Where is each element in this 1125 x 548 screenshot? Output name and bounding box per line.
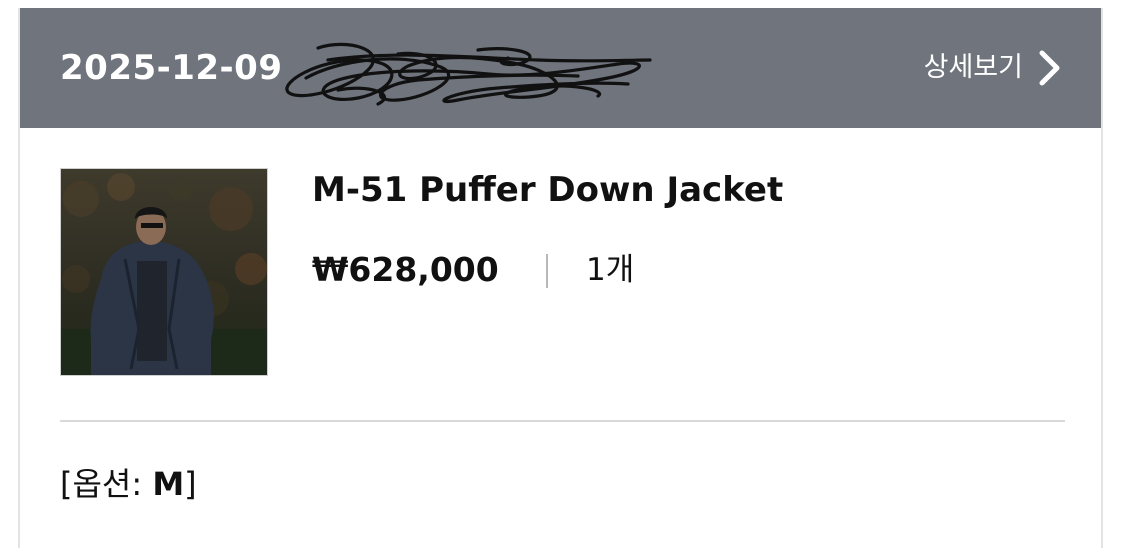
redaction-scribble bbox=[285, 42, 652, 106]
product-quantity: 1개 bbox=[586, 252, 635, 288]
product-thumbnail[interactable] bbox=[60, 168, 268, 376]
detail-link[interactable]: 상세보기 bbox=[924, 46, 1063, 90]
product-photo-icon bbox=[61, 169, 267, 375]
chevron-right-icon bbox=[1039, 50, 1060, 86]
order-card: 2025-12-09 상세보기 M-51 Puffer Down Jacket … bbox=[18, 8, 1103, 548]
product-option: [옵션: M] bbox=[60, 462, 197, 506]
option-value: M bbox=[152, 465, 185, 503]
order-header: 2025-12-09 상세보기 bbox=[20, 8, 1101, 128]
product-name[interactable]: M-51 Puffer Down Jacket bbox=[312, 168, 783, 212]
price-quantity-divider bbox=[546, 254, 548, 288]
option-suffix: ] bbox=[184, 465, 197, 503]
order-date: 2025-12-09 bbox=[60, 48, 283, 88]
detail-link-label: 상세보기 bbox=[923, 52, 1023, 83]
section-divider bbox=[60, 420, 1065, 422]
product-price: ₩628,000 bbox=[312, 250, 499, 289]
option-prefix: [옵션: bbox=[60, 465, 153, 503]
